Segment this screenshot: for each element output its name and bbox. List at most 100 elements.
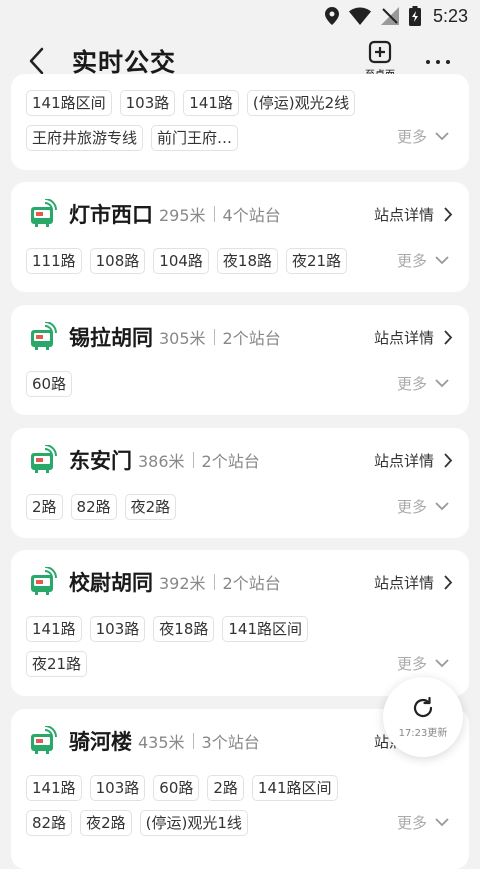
chevron-right-icon bbox=[444, 329, 453, 345]
route-tag[interactable]: 141路 bbox=[26, 775, 82, 801]
route-tag[interactable]: 夜2路 bbox=[80, 810, 132, 836]
stop-detail-link[interactable]: 站点详情 bbox=[374, 305, 453, 369]
stop-card[interactable]: 锡拉胡同 305米 2个站台 站点详情 60路 更多 bbox=[11, 305, 469, 415]
stop-card[interactable]: 东安门 386米 2个站台 站点详情 2路 82路 夜2路 更多 bbox=[11, 428, 469, 538]
chevron-down-icon bbox=[435, 379, 449, 388]
wifi-icon bbox=[348, 7, 371, 25]
chevron-down-icon bbox=[435, 818, 449, 827]
route-tag-row: 141路区间 103路 141路 (停运)观光2线 bbox=[26, 90, 386, 116]
stop-detail-label: 站点详情 bbox=[373, 205, 434, 224]
route-tag-row: 王府井旅游专线 前门王府… bbox=[26, 125, 386, 151]
chevron-right-icon bbox=[444, 574, 453, 590]
dot-icon bbox=[426, 60, 430, 64]
chevron-down-icon bbox=[435, 132, 449, 141]
more-routes-button[interactable]: 更多 bbox=[397, 126, 449, 147]
more-routes-button[interactable]: 更多 bbox=[397, 250, 449, 271]
route-tag[interactable]: 60路 bbox=[153, 775, 200, 801]
stop-detail-link[interactable]: 站点详情 bbox=[374, 550, 453, 614]
route-tag[interactable]: 103路 bbox=[89, 616, 146, 642]
stop-card[interactable]: 灯市西口 295米 4个站台 站点详情 111路 108路 104路 夜18路 … bbox=[11, 182, 469, 292]
bus-stop-icon bbox=[29, 322, 59, 352]
route-tag[interactable]: 141路区间 bbox=[26, 90, 112, 116]
no-signal-icon bbox=[380, 7, 399, 25]
refresh-icon bbox=[413, 696, 433, 717]
dot-icon bbox=[436, 60, 440, 64]
route-tag[interactable]: 60路 bbox=[26, 371, 73, 397]
route-tag[interactable]: 141路区间 bbox=[251, 775, 338, 801]
chevron-right-icon bbox=[444, 452, 453, 468]
stop-distance: 386米 bbox=[138, 452, 185, 471]
route-tag[interactable]: 82路 bbox=[26, 810, 73, 836]
more-label: 更多 bbox=[396, 498, 427, 516]
refresh-button[interactable]: 17:23更新 bbox=[383, 677, 463, 757]
route-tag-row: 141路 103路 60路 2路 141路区间 bbox=[26, 775, 386, 801]
divider bbox=[192, 452, 194, 468]
route-tag-row: 2路 82路 夜2路 bbox=[26, 494, 366, 520]
status-bar: 5:23 bbox=[0, 0, 480, 32]
route-tag[interactable]: 141路 bbox=[26, 616, 82, 642]
route-tag-row: 60路 bbox=[26, 371, 366, 397]
route-tag[interactable]: 111路 bbox=[26, 248, 82, 274]
stop-card[interactable]: 校尉胡同 392米 2个站台 站点详情 141路 103路 夜18路 141路区… bbox=[11, 550, 469, 696]
stop-detail-label: 站点详情 bbox=[373, 573, 434, 592]
bus-stop-icon bbox=[29, 567, 59, 597]
battery-charging-icon bbox=[408, 6, 421, 26]
route-tag[interactable]: 夜18路 bbox=[153, 616, 215, 642]
route-tag-row: 111路 108路 104路 夜18路 夜21路 bbox=[26, 248, 366, 274]
route-tag[interactable]: 103路 bbox=[119, 90, 176, 116]
stop-detail-link[interactable]: 站点详情 bbox=[374, 428, 453, 492]
chevron-down-icon bbox=[435, 659, 449, 668]
stop-detail-link[interactable]: 站点详情 bbox=[374, 182, 453, 246]
stop-distance: 392米 bbox=[159, 574, 206, 593]
bus-stop-icon bbox=[29, 726, 59, 756]
platform-count: 2个站台 bbox=[201, 452, 260, 471]
route-tag[interactable]: 夜21路 bbox=[286, 248, 348, 274]
stop-name: 灯市西口 bbox=[69, 203, 153, 227]
stop-distance: 305米 bbox=[159, 329, 206, 348]
more-label: 更多 bbox=[396, 128, 427, 146]
bus-stop-icon bbox=[29, 199, 59, 229]
route-tag[interactable]: 前门王府… bbox=[151, 125, 239, 151]
chevron-down-icon bbox=[435, 256, 449, 265]
route-tag[interactable]: 2路 bbox=[26, 494, 63, 520]
bus-stop-icon bbox=[29, 445, 59, 475]
route-tag-row: 夜21路 bbox=[26, 651, 366, 677]
more-routes-button[interactable]: 更多 bbox=[397, 496, 449, 517]
route-tag[interactable]: 夜2路 bbox=[124, 494, 177, 520]
chevron-down-icon bbox=[435, 502, 449, 511]
stop-name: 校尉胡同 bbox=[69, 571, 153, 595]
more-label: 更多 bbox=[396, 252, 427, 270]
route-tag[interactable]: 82路 bbox=[70, 494, 117, 520]
stop-name: 锡拉胡同 bbox=[69, 326, 153, 350]
divider bbox=[192, 733, 194, 749]
route-tag[interactable]: 103路 bbox=[89, 775, 146, 801]
platform-count: 2个站台 bbox=[222, 329, 281, 348]
route-tag[interactable]: 108路 bbox=[89, 248, 146, 274]
back-arrow-icon bbox=[29, 47, 44, 75]
dot-icon bbox=[446, 60, 450, 64]
route-tag[interactable]: 141路区间 bbox=[222, 616, 309, 642]
stop-detail-label: 站点详情 bbox=[373, 451, 434, 470]
location-icon bbox=[324, 7, 339, 25]
route-tag[interactable]: 夜21路 bbox=[26, 651, 88, 677]
route-tag[interactable]: 2路 bbox=[207, 775, 244, 801]
divider bbox=[213, 329, 215, 345]
stop-distance: 435米 bbox=[138, 733, 185, 752]
route-tag[interactable]: 王府井旅游专线 bbox=[26, 125, 144, 151]
more-routes-button[interactable]: 更多 bbox=[397, 653, 449, 674]
platform-count: 4个站台 bbox=[222, 206, 281, 225]
route-tag[interactable]: 104路 bbox=[153, 248, 209, 274]
route-tag[interactable]: 夜18路 bbox=[216, 248, 279, 274]
route-tag[interactable]: (停运)观光1线 bbox=[139, 810, 248, 836]
stop-detail-label: 站点详情 bbox=[373, 328, 434, 347]
route-tag[interactable]: 141路 bbox=[183, 90, 239, 116]
add-square-icon bbox=[368, 40, 392, 64]
divider bbox=[213, 574, 215, 590]
stop-name: 东安门 bbox=[69, 449, 132, 473]
more-routes-button[interactable]: 更多 bbox=[397, 812, 449, 833]
route-tag[interactable]: (停运)观光2线 bbox=[246, 90, 356, 116]
more-routes-button[interactable]: 更多 bbox=[397, 373, 449, 394]
stop-card: 141路区间 103路 141路 (停运)观光2线 王府井旅游专线 前门王府… … bbox=[11, 74, 469, 170]
route-tag-row: 82路 夜2路 (停运)观光1线 bbox=[26, 810, 386, 836]
last-updated-label: 17:23更新 bbox=[398, 727, 448, 739]
